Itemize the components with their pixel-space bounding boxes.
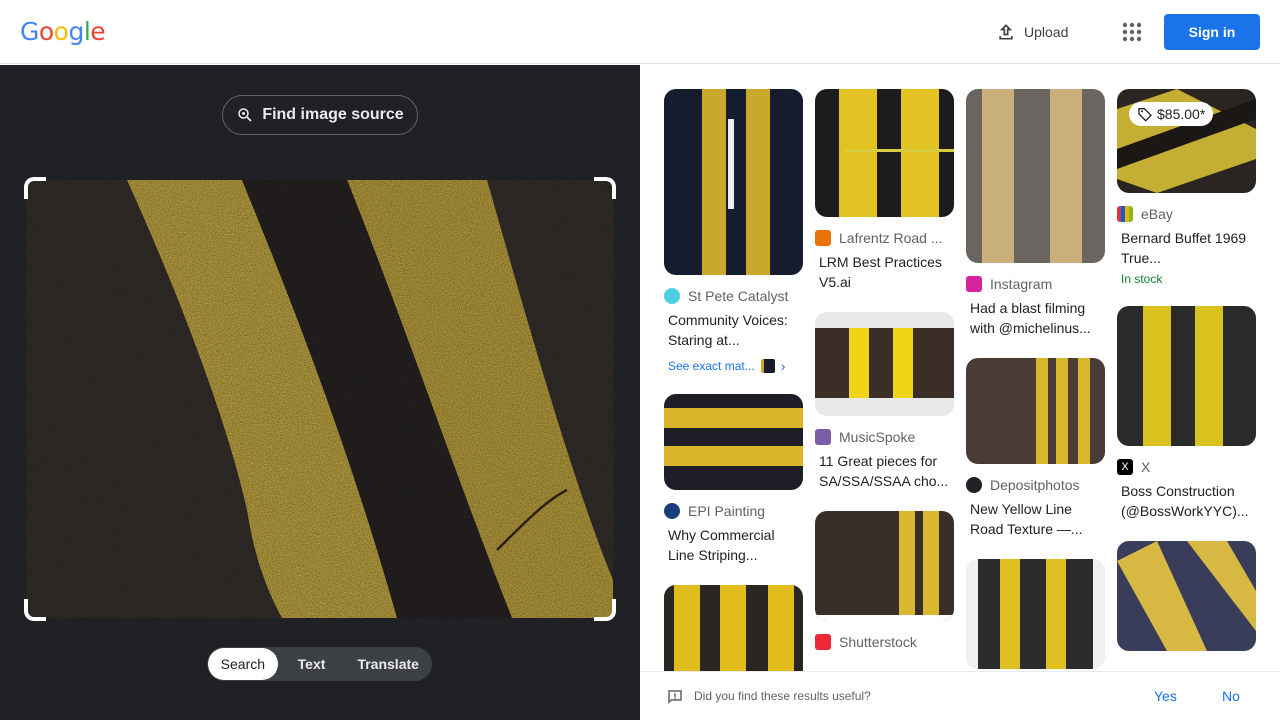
result-title[interactable]: New Yellow Line Road Texture —... [966, 499, 1105, 539]
result-source: Instagram [990, 276, 1053, 292]
feedback-question: Did you find these results useful? [694, 689, 871, 703]
result-title[interactable]: Why Commercial Line Striping... [664, 525, 803, 565]
visual-matches-panel: St Pete Catalyst Community Voices: Stari… [640, 65, 1280, 671]
apps-grid-icon[interactable] [1116, 16, 1148, 48]
result-source: eBay [1141, 206, 1173, 222]
site-favicon-icon [966, 276, 982, 292]
logo-letter: G [20, 17, 39, 46]
site-favicon-icon [815, 230, 831, 246]
results-column: Lafrentz Road ... LRM Best Practices V5.… [815, 89, 954, 670]
logo-letter: o [38, 17, 54, 46]
result-card[interactable] [1117, 541, 1256, 651]
logo-letter: e [90, 17, 106, 46]
results-column: $85.00* eBay Bernard Buffet 1969 True...… [1117, 89, 1256, 671]
logo-letter: g [68, 17, 84, 46]
upload-icon [999, 24, 1013, 40]
result-thumbnail[interactable] [966, 559, 1105, 669]
feedback-icon [668, 690, 682, 705]
result-card[interactable]: St Pete Catalyst Community Voices: Stari… [664, 89, 803, 374]
result-thumbnail[interactable] [815, 312, 954, 416]
tab-search[interactable]: Search [208, 648, 278, 680]
site-favicon-icon [815, 634, 831, 650]
price-label: $85.00* [1157, 106, 1206, 122]
result-card[interactable]: Lafrentz Road ... LRM Best Practices V5.… [815, 89, 954, 292]
result-card[interactable]: $85.00* eBay Bernard Buffet 1969 True...… [1117, 89, 1256, 286]
upload-button[interactable]: Upload [984, 14, 1080, 50]
crop-selection[interactable] [24, 177, 616, 621]
result-title[interactable]: Bernard Buffet 1969 True... [1117, 228, 1256, 268]
results-column: Instagram Had a blast filming with @mich… [966, 89, 1105, 671]
logo-letter: o [53, 17, 69, 46]
result-source: Shutterstock [839, 634, 917, 650]
price-badge: $85.00* [1129, 102, 1214, 126]
x-logo-icon: X [1117, 459, 1133, 475]
result-source: X [1141, 459, 1151, 475]
result-title[interactable]: Had a blast filming with @michelinus... [966, 298, 1105, 338]
exact-match-thumb-icon [760, 359, 775, 373]
result-title[interactable]: Boss Construction (@BossWorkYYC)... [1117, 481, 1256, 521]
result-source: Depositphotos [990, 477, 1080, 493]
find-image-source-button[interactable]: Find image source [222, 95, 418, 135]
result-card[interactable]: XX Boss Construction (@BossWorkYYC)... [1117, 306, 1256, 521]
stock-status: In stock [1121, 272, 1163, 286]
result-source: MusicSpoke [839, 429, 916, 445]
result-source: St Pete Catalyst [688, 288, 789, 304]
site-favicon-icon [664, 288, 680, 304]
result-card[interactable]: EPI Painting Why Commercial Line Stripin… [664, 394, 803, 565]
result-thumbnail[interactable] [1117, 306, 1256, 446]
top-bar: Google Upload Sign in [0, 0, 1280, 64]
result-card[interactable]: Depositphotos New Yellow Line Road Textu… [966, 358, 1105, 539]
result-thumbnail[interactable] [664, 585, 803, 671]
tab-translate[interactable]: Translate [345, 648, 431, 680]
results-column: St Pete Catalyst Community Voices: Stari… [664, 89, 803, 671]
price-tag-icon [1138, 108, 1152, 122]
site-favicon-icon [1117, 206, 1133, 222]
result-card[interactable] [664, 585, 803, 671]
result-thumbnail[interactable] [966, 89, 1105, 263]
crop-handle-top-right[interactable] [594, 177, 616, 199]
crop-handle-bottom-right[interactable] [594, 599, 616, 621]
result-thumbnail[interactable] [966, 358, 1105, 464]
lens-mode-tabs: Search Text Translate [207, 647, 432, 681]
result-title[interactable]: LRM Best Practices V5.ai [815, 252, 954, 292]
crop-handle-bottom-left[interactable] [24, 599, 46, 621]
result-card[interactable]: Shutterstock [815, 511, 954, 650]
site-favicon-icon [815, 429, 831, 445]
result-thumbnail[interactable] [815, 511, 954, 621]
result-thumbnail[interactable] [664, 394, 803, 490]
upload-label: Upload [1024, 24, 1069, 40]
tab-text[interactable]: Text [278, 648, 346, 680]
see-exact-matches-label: See exact mat... [668, 359, 755, 373]
feedback-bar: Did you find these results useful? Yes N… [640, 671, 1280, 720]
result-title[interactable]: Community Voices: Staring at... [664, 310, 803, 350]
see-exact-matches-link[interactable]: See exact mat... › [664, 358, 803, 374]
result-source: Lafrentz Road ... [839, 230, 943, 246]
crop-handle-top-left[interactable] [24, 177, 46, 199]
result-thumbnail[interactable] [664, 89, 803, 275]
query-image [27, 180, 613, 618]
google-logo[interactable]: Google [20, 17, 106, 46]
site-favicon-icon [966, 477, 982, 493]
site-favicon-icon [664, 503, 680, 519]
lens-search-icon [238, 108, 252, 122]
feedback-no-button[interactable]: No [1222, 688, 1240, 704]
query-image-panel: Find image source Search Text Translate [0, 65, 640, 720]
result-card[interactable]: Instagram Had a blast filming with @mich… [966, 89, 1105, 338]
feedback-yes-button[interactable]: Yes [1154, 688, 1177, 704]
result-thumbnail[interactable] [1117, 541, 1256, 651]
chevron-right-icon: › [780, 358, 786, 374]
result-title[interactable]: 11 Great pieces for SA/SSA/SSAA cho... [815, 451, 954, 491]
result-card[interactable] [966, 559, 1105, 669]
find-image-source-label: Find image source [262, 106, 404, 123]
result-source: EPI Painting [688, 503, 766, 519]
result-thumbnail[interactable] [815, 89, 954, 217]
sign-in-button[interactable]: Sign in [1164, 14, 1260, 50]
result-card[interactable]: MusicSpoke 11 Great pieces for SA/SSA/SS… [815, 312, 954, 491]
